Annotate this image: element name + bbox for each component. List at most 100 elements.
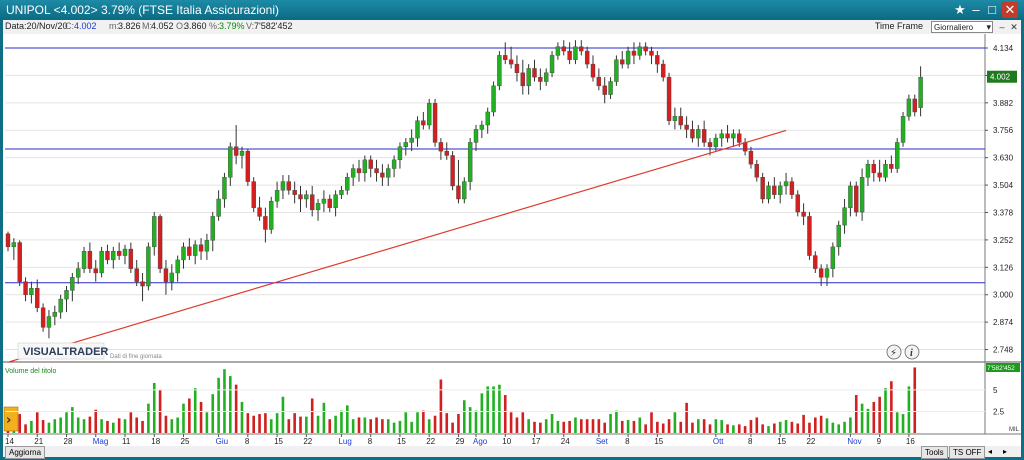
volume-bar — [878, 396, 881, 433]
volume-bar — [147, 403, 150, 433]
candle-body — [514, 63, 520, 74]
volume-bar — [188, 398, 191, 433]
candle-body — [321, 198, 327, 204]
volume-bar — [749, 420, 753, 433]
time-tick-label: 8 — [625, 437, 630, 446]
volume-bar — [386, 419, 390, 433]
time-tick-label: Nov — [847, 437, 861, 446]
volume-bar — [901, 414, 905, 433]
candle-body — [362, 159, 368, 174]
ts-off-button[interactable]: TS OFF — [949, 446, 986, 459]
candle-body — [397, 146, 403, 161]
candle-body — [222, 177, 227, 200]
candle-body — [467, 142, 473, 182]
volume-bar — [53, 419, 57, 433]
candle-body — [286, 181, 291, 191]
volume-bar — [410, 421, 413, 433]
time-tick-label: 15 — [397, 437, 406, 446]
volume-bar — [88, 416, 92, 433]
candle-body — [649, 50, 654, 56]
candle-body — [508, 59, 514, 65]
price-tick-label: 3.000 — [993, 291, 1014, 300]
candle-body — [584, 50, 590, 65]
volume-bar — [790, 421, 794, 433]
candle-body — [532, 68, 537, 78]
volume-bar — [281, 396, 285, 433]
info-glyph: i — [910, 348, 913, 359]
candle-body — [99, 251, 104, 274]
price-tick-label: 3.378 — [993, 208, 1014, 217]
volume-bar — [650, 412, 653, 433]
candle-body — [707, 142, 713, 147]
volume-bar — [252, 415, 255, 433]
volume-bar — [328, 419, 332, 433]
volume-bar — [533, 421, 536, 433]
candle-body — [257, 207, 262, 217]
time-tick-label: 11 — [122, 437, 131, 446]
volume-bar — [223, 369, 226, 433]
candle-body — [198, 244, 204, 252]
candle-body — [5, 233, 11, 248]
time-tick-label: 14 — [5, 437, 14, 446]
volume-bar — [316, 415, 320, 433]
volume-bar — [433, 415, 437, 433]
scroll-handle-glyph: › — [6, 413, 11, 428]
volume-bar — [258, 414, 261, 433]
candle-body — [111, 251, 116, 261]
candle-body — [187, 246, 192, 256]
volume-bar — [714, 419, 718, 433]
volume-bar — [340, 410, 343, 433]
aggiorna-button[interactable]: Aggiorna — [5, 446, 46, 459]
candle-body — [386, 168, 391, 178]
volume-bar — [527, 419, 530, 433]
volume-bar — [76, 417, 80, 433]
candle-body — [678, 116, 683, 126]
time-tick-label: 8 — [368, 437, 373, 446]
candle-body — [52, 311, 57, 317]
candle-body — [450, 155, 455, 187]
candle-body — [596, 76, 602, 87]
candle-body — [40, 307, 46, 328]
volume-bar — [860, 403, 864, 433]
candle-body — [865, 163, 871, 178]
volume-bar — [626, 420, 630, 433]
volume-bar — [609, 414, 612, 433]
scroll-right-button[interactable]: ▸ — [1003, 446, 1007, 457]
candle-body — [701, 129, 707, 143]
volume-bar — [732, 425, 735, 433]
volume-bar — [211, 394, 215, 433]
candle-body — [23, 281, 28, 295]
time-tick-label: 22 — [426, 437, 435, 446]
candle-body — [573, 46, 578, 60]
time-tick-label: 17 — [532, 437, 541, 446]
volume-bar — [275, 413, 279, 433]
volume-bar — [457, 414, 460, 433]
volume-bar — [778, 421, 782, 433]
volume-bar — [451, 422, 454, 433]
candle-body — [801, 211, 806, 217]
price-tick-label: 3.756 — [993, 126, 1014, 135]
price-tick-label: 3.126 — [993, 263, 1014, 272]
watermark-logo: VISUALTRADER — [23, 346, 108, 358]
candle-body — [105, 251, 110, 261]
candle-body — [245, 150, 251, 182]
volume-bar — [509, 412, 513, 433]
volume-bar — [685, 402, 688, 433]
volume-bar — [357, 417, 361, 433]
volume-bar — [18, 414, 21, 433]
volume-bar — [667, 419, 671, 433]
tools-button[interactable]: Tools — [921, 446, 948, 459]
candle-body — [93, 268, 98, 274]
price-tick-label: 3.252 — [993, 236, 1014, 245]
candle-body — [339, 190, 344, 195]
candle-body — [315, 203, 321, 211]
time-tick-label: 10 — [502, 437, 511, 446]
scroll-left-button[interactable]: ◂ — [988, 446, 992, 457]
volume-bar — [702, 419, 706, 433]
time-tick-label: Lug — [338, 437, 351, 446]
volume-bar — [907, 386, 911, 433]
candle-body — [672, 116, 678, 121]
chart-area: 4.1344.0083.8823.7563.6303.5043.3783.252… — [3, 34, 1021, 446]
price-tick-label: 2.874 — [993, 318, 1014, 327]
candle-body — [274, 190, 280, 202]
